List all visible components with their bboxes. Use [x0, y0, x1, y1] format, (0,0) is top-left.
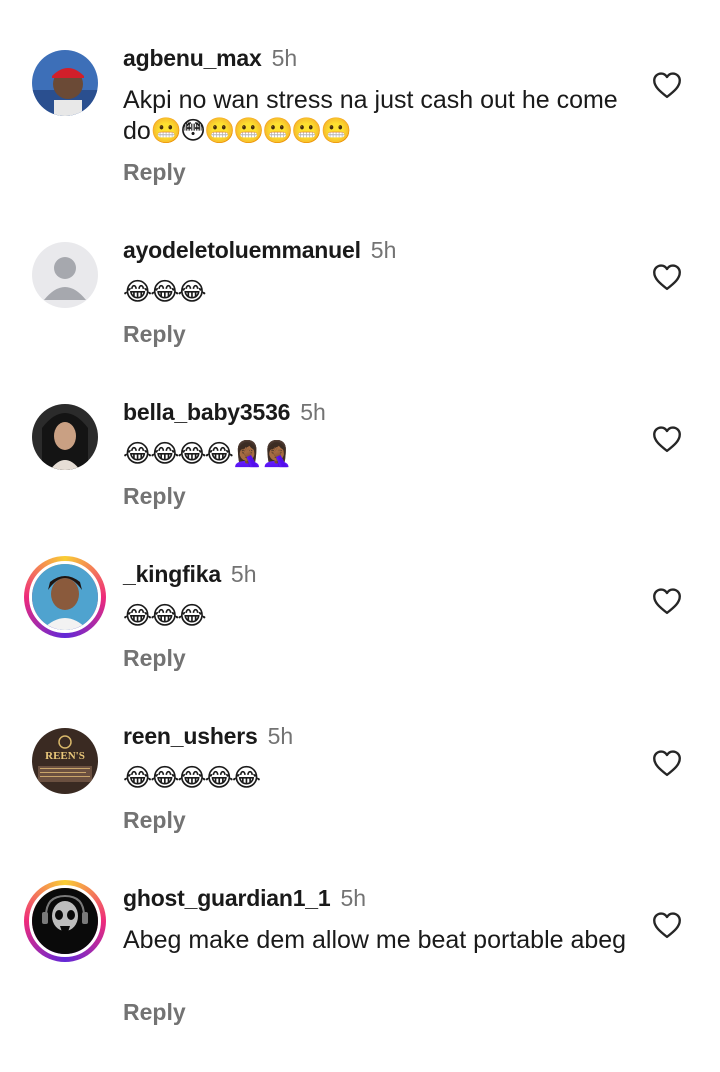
username[interactable]: ghost_guardian1_1 [123, 885, 331, 911]
comment-emoji: 😂😂😂😂😂 [123, 764, 261, 792]
heart-outline-icon[interactable] [652, 71, 682, 99]
comment-text: 😂😂😂 [123, 601, 633, 632]
timestamp: 5h [340, 885, 367, 911]
comment-text: Akpi no wan stress na just cash out he c… [123, 85, 633, 147]
comment-meta: ghost_guardian1_1 5h [123, 884, 366, 912]
comment-meta: bella_baby3536 5h [123, 398, 326, 426]
comment-emoji: 😂😂😂 [123, 602, 207, 630]
comment-text: 😂😂😂😂😂 [123, 763, 633, 794]
comment-text: Abeg make dem allow me beat portable abe… [123, 925, 633, 956]
avatar[interactable] [28, 400, 102, 474]
timestamp: 5h [271, 45, 298, 71]
username[interactable]: _kingfika [123, 561, 221, 587]
reply-button[interactable]: Reply [123, 158, 186, 186]
heart-outline-icon[interactable] [652, 911, 682, 939]
comment-emoji: 😂😂😂😂🤦🏾‍♀️🤦🏾‍♀️ [123, 440, 292, 468]
comment-meta: agbenu_max 5h [123, 44, 297, 72]
avatar[interactable] [28, 46, 102, 120]
comment-emoji: 😬😳😬😬😬😬😬 [150, 117, 352, 145]
comment-text: 😂😂😂 [123, 277, 633, 308]
reply-button[interactable]: Reply [123, 482, 186, 510]
avatar-story-ring[interactable] [24, 880, 106, 962]
heart-outline-icon[interactable] [652, 425, 682, 453]
timestamp: 5h [300, 399, 326, 425]
heart-outline-icon[interactable] [652, 263, 682, 291]
comment-meta: ayodeletoluemmanuel 5h [123, 236, 396, 264]
avatar-logo-text: REEN'S [45, 750, 85, 762]
reply-button[interactable]: Reply [123, 998, 186, 1026]
avatar-story-ring[interactable] [24, 556, 106, 638]
timestamp: 5h [370, 237, 397, 263]
comment-body: Abeg make dem allow me beat portable abe… [123, 926, 627, 954]
comment-meta: reen_ushers 5h [123, 722, 293, 750]
comment-list: agbenu_max 5h Akpi no wan stress na just … [0, 0, 720, 1072]
heart-outline-icon[interactable] [652, 749, 682, 777]
username[interactable]: agbenu_max [123, 45, 262, 71]
reply-button[interactable]: Reply [123, 320, 186, 348]
comment-text: 😂😂😂😂🤦🏾‍♀️🤦🏾‍♀️ [123, 439, 633, 470]
comment-emoji: 😂😂😂 [123, 278, 207, 306]
timestamp: 5h [267, 723, 294, 749]
reply-button[interactable]: Reply [123, 644, 186, 672]
comment-meta: _kingfika 5h [123, 560, 257, 588]
avatar[interactable]: REEN'S [28, 724, 102, 798]
heart-outline-icon[interactable] [652, 587, 682, 615]
avatar[interactable] [28, 238, 102, 312]
username[interactable]: bella_baby3536 [123, 399, 290, 425]
username[interactable]: reen_ushers [123, 723, 258, 749]
username[interactable]: ayodeletoluemmanuel [123, 237, 361, 263]
reply-button[interactable]: Reply [123, 806, 186, 834]
timestamp: 5h [230, 561, 257, 587]
